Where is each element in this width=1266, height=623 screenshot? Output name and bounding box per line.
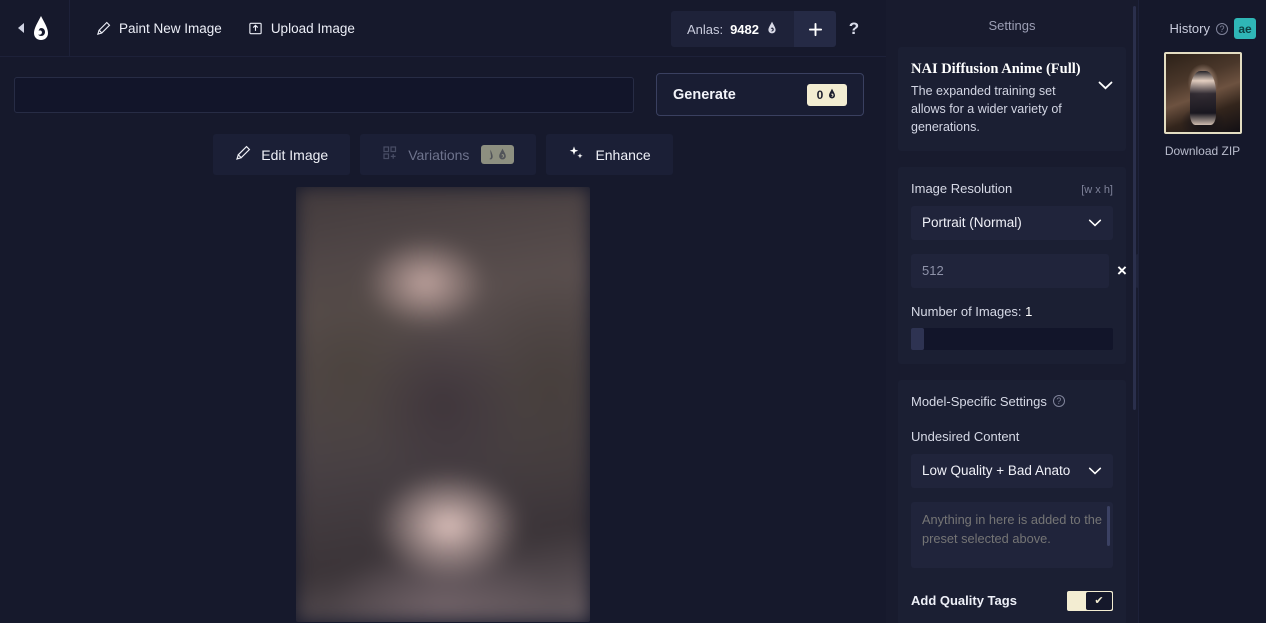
settings-panel: Settings NAI Diffusion Anime (Full) The …: [886, 0, 1138, 623]
logo-zone: [0, 0, 70, 57]
dimension-row: ×: [911, 253, 1138, 288]
num-images-text: Number of Images:: [911, 303, 1022, 319]
model-specific-header: Model-Specific Settings ?: [911, 394, 1113, 409]
prompt-row: Generate 0: [0, 57, 886, 116]
settings-title: Settings: [988, 18, 1036, 33]
download-zip-button[interactable]: Download ZIP: [1139, 144, 1266, 158]
generate-label: Generate: [673, 86, 736, 103]
info-icon[interactable]: ?: [1216, 22, 1228, 35]
chevron-down-icon[interactable]: [1098, 77, 1113, 95]
dimension-separator: ×: [1117, 260, 1127, 280]
anlas-small-icon: [487, 147, 494, 163]
undesired-content-textarea[interactable]: [911, 501, 1113, 568]
thumbnail-figure: [1189, 71, 1216, 126]
chevron-down-icon: [1088, 215, 1102, 230]
add-quality-tags-toggle[interactable]: ✔: [1067, 590, 1113, 611]
anlas-icon: [497, 147, 508, 163]
variations-cost-badge: [481, 145, 515, 164]
history-panel: History ? ae Download ZIP: [1138, 0, 1266, 623]
topbar-right-controls: Anlas: 9482 ?: [670, 11, 872, 47]
model-text: NAI Diffusion Anime (Full) The expanded …: [911, 61, 1092, 137]
top-bar: Paint New Image Upload Image Anlas: 9482: [0, 0, 886, 57]
quality-tags-row: Add Quality Tags ✔: [911, 590, 1113, 611]
history-thumbnail[interactable]: [1163, 52, 1242, 134]
help-button[interactable]: ?: [836, 11, 872, 47]
variations-label: Variations: [408, 146, 470, 163]
novelai-image-generation-app: Paint New Image Upload Image Anlas: 9482: [0, 0, 1266, 623]
brush-icon: [235, 145, 251, 164]
prompt-input[interactable]: [14, 76, 634, 113]
paint-new-image-label: Paint New Image: [119, 20, 222, 36]
generated-image[interactable]: [296, 187, 590, 622]
edit-image-button[interactable]: Edit Image: [213, 134, 351, 175]
upload-image-label: Upload Image: [270, 20, 355, 36]
image-resolution-label: Image Resolution: [911, 180, 1013, 196]
image-resolution-card: Image Resolution [w x h] Portrait (Norma…: [898, 166, 1138, 364]
ae-badge[interactable]: ae: [1234, 18, 1256, 39]
enhance-label: Enhance: [595, 146, 651, 163]
novelai-quill-logo[interactable]: [30, 15, 52, 41]
width-input[interactable]: [911, 253, 1109, 288]
anlas-balance[interactable]: Anlas: 9482: [670, 11, 794, 47]
number-of-images-slider[interactable]: [911, 327, 1113, 350]
topbar-actions: Paint New Image Upload Image: [94, 17, 357, 40]
undesired-content-preset-select[interactable]: Low Quality + Bad Anato: [911, 453, 1113, 488]
check-icon: ✔: [1086, 591, 1112, 610]
sparkle-icon: [568, 145, 585, 164]
edit-image-label: Edit Image: [261, 146, 329, 163]
paint-new-image-button[interactable]: Paint New Image: [94, 17, 224, 40]
chevron-down-icon: [1088, 463, 1102, 478]
history-title: History: [1169, 21, 1210, 36]
variations-button[interactable]: Variations: [360, 134, 537, 175]
resolution-preset-value: Portrait (Normal): [922, 215, 1022, 231]
anlas-label: Anlas:: [686, 21, 724, 37]
history-header: History ? ae: [1139, 0, 1266, 39]
resolution-header: Image Resolution [w x h]: [911, 181, 1113, 196]
upload-image-button[interactable]: Upload Image: [246, 17, 357, 40]
num-images-value: 1: [1025, 303, 1033, 319]
generate-cost-badge: 0: [807, 83, 847, 106]
model-specific-settings-card: Model-Specific Settings ? Undesired Cont…: [898, 379, 1126, 623]
generate-button[interactable]: Generate 0: [656, 73, 864, 116]
add-anlas-button[interactable]: [794, 11, 836, 47]
slider-handle[interactable]: [911, 327, 924, 350]
model-selector-card[interactable]: NAI Diffusion Anime (Full) The expanded …: [898, 47, 1126, 151]
image-canvas-area: [0, 175, 886, 623]
upload-icon: [248, 21, 263, 36]
model-name: NAI Diffusion Anime (Full): [911, 61, 1081, 77]
plus-icon: [808, 22, 823, 37]
main-column: Paint New Image Upload Image Anlas: 9482: [0, 0, 886, 623]
image-action-row: Edit Image Variations Enhance: [0, 134, 886, 175]
generate-cost-value: 0: [816, 87, 824, 102]
enhance-button[interactable]: Enhance: [546, 134, 673, 175]
resolution-hint: [w x h]: [1081, 183, 1113, 196]
model-description: The expanded training set allows for a w…: [911, 84, 1062, 134]
add-quality-tags-label: Add Quality Tags: [911, 593, 1017, 609]
anlas-value: 9482: [730, 21, 759, 37]
info-icon[interactable]: ?: [1052, 395, 1065, 408]
undesired-preset-value: Low Quality + Bad Anato: [922, 463, 1071, 479]
model-specific-label: Model-Specific Settings: [911, 393, 1047, 409]
grid-plus-icon: [382, 145, 398, 164]
anlas-icon: [766, 21, 778, 37]
textarea-scrollbar[interactable]: [1107, 505, 1110, 546]
undesired-content-label: Undesired Content: [911, 428, 1020, 444]
collapse-left-triangle-icon[interactable]: [17, 23, 24, 33]
resolution-preset-select[interactable]: Portrait (Normal): [911, 205, 1113, 240]
settings-scrollbar[interactable]: [1133, 6, 1136, 410]
undesired-content-textarea-wrap: [911, 501, 1113, 573]
number-of-images-label: Number of Images: 1: [911, 304, 1113, 319]
brush-icon: [96, 21, 111, 36]
anlas-icon: [827, 88, 837, 102]
